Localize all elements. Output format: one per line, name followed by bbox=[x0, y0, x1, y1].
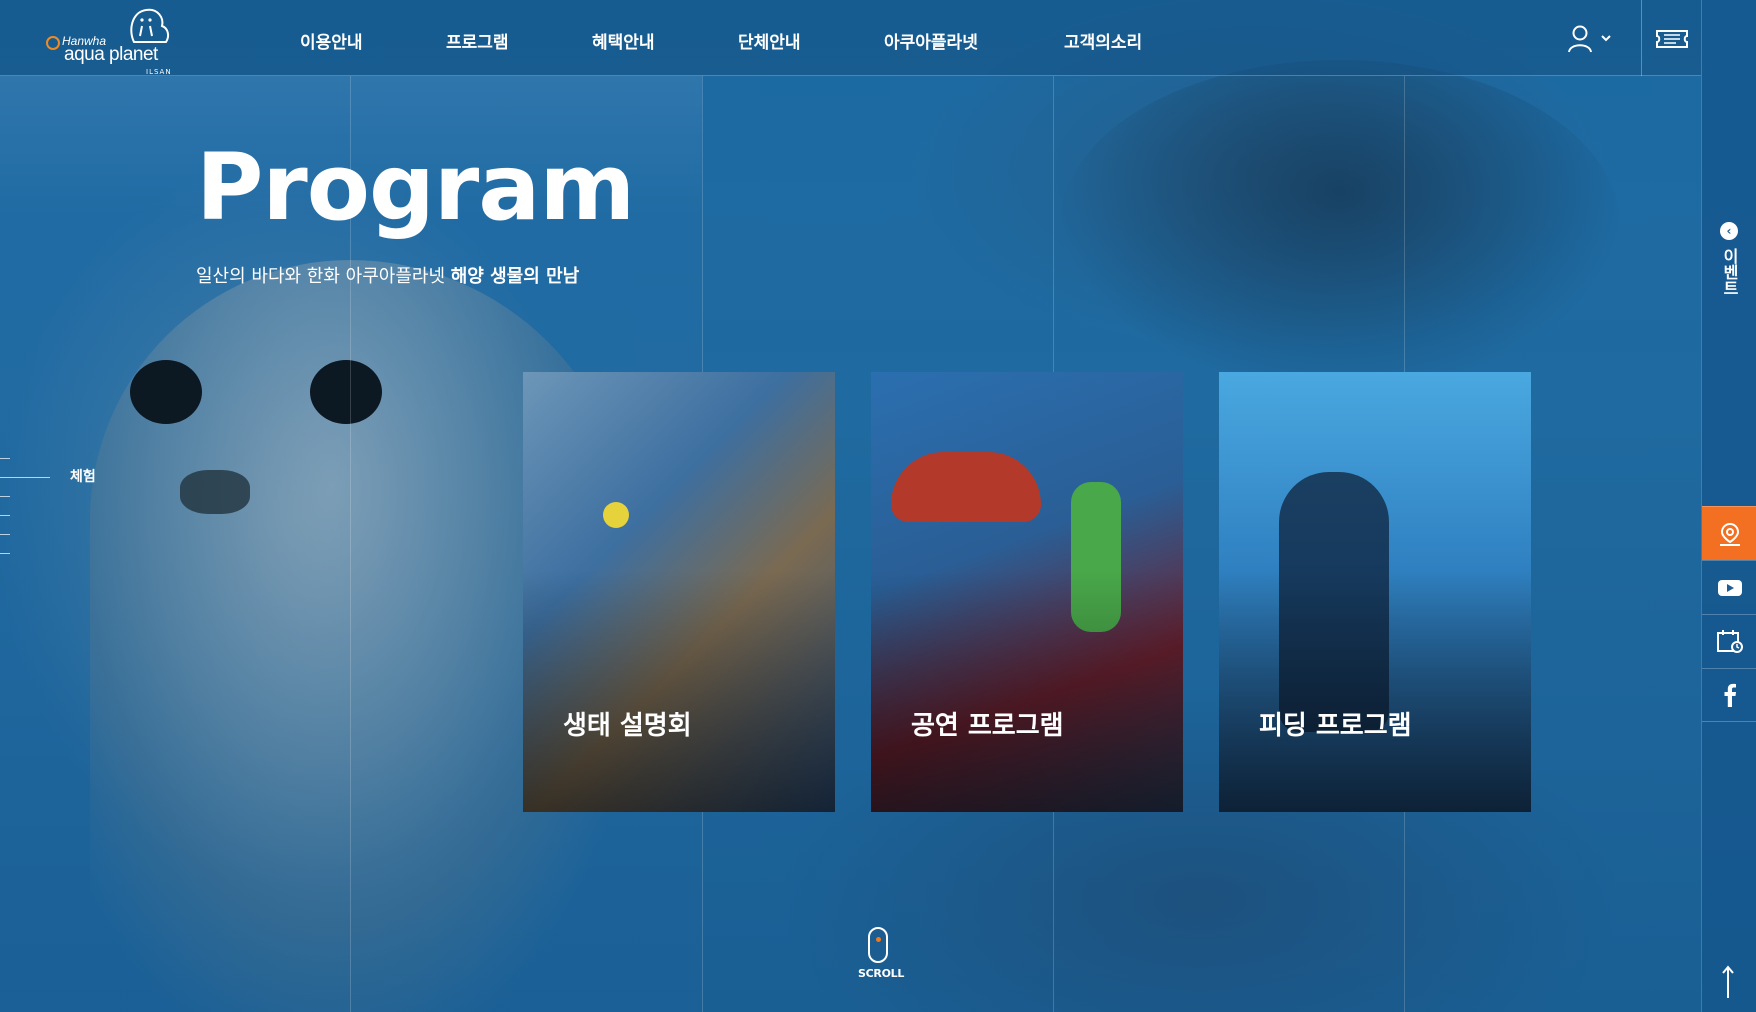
side-nav-tick[interactable] bbox=[0, 496, 10, 497]
arrow-up-icon bbox=[1722, 965, 1734, 998]
calendar-button[interactable] bbox=[1702, 614, 1756, 668]
page-title: Program bbox=[196, 134, 635, 241]
card-shade bbox=[871, 570, 1183, 812]
subtitle-bold-text: 해양 생물의 만남 bbox=[450, 266, 580, 287]
page-subtitle: 일산의 바다와 한화 아쿠아플라넷 해양 생물의 만남 bbox=[196, 262, 579, 288]
program-card-ecology[interactable]: 생태 설명회 bbox=[523, 372, 835, 812]
user-icon bbox=[1568, 25, 1611, 53]
ticket-button[interactable] bbox=[1641, 0, 1701, 76]
event-tab[interactable]: ‹ 이벤트 bbox=[1702, 218, 1756, 318]
program-card-feeding[interactable]: 피딩 프로그램 bbox=[1219, 372, 1531, 812]
facebook-icon bbox=[1724, 683, 1736, 707]
calendar-icon bbox=[1716, 629, 1743, 653]
scroll-indicator[interactable]: SCROLL bbox=[858, 927, 905, 987]
subtitle-text: 일산의 바다와 한화 아쿠아플라넷 bbox=[196, 266, 451, 287]
nav-item-aquaplanet[interactable]: 아쿠아플라넷 bbox=[884, 28, 978, 53]
side-nav-tick[interactable] bbox=[0, 458, 10, 459]
nav-item-voice[interactable]: 고객의소리 bbox=[1064, 28, 1142, 53]
side-nav-tick[interactable] bbox=[0, 553, 10, 554]
nav-item-group[interactable]: 단체안내 bbox=[738, 28, 801, 53]
side-nav-tick[interactable] bbox=[0, 515, 10, 516]
logo-name: aqua planet bbox=[64, 44, 158, 65]
card-shade bbox=[1219, 570, 1531, 812]
seal-nose bbox=[180, 470, 250, 514]
chevron-left-icon: ‹ bbox=[1720, 222, 1738, 240]
ball-shape bbox=[603, 502, 629, 528]
ticket-icon bbox=[1656, 30, 1688, 48]
right-sidebar: ‹ 이벤트 bbox=[1701, 0, 1756, 1012]
location-icon bbox=[1719, 522, 1740, 546]
pirate-hat-shape bbox=[891, 452, 1041, 522]
facebook-button[interactable] bbox=[1702, 668, 1756, 722]
side-nav-tick[interactable] bbox=[0, 534, 10, 535]
back-to-top-button[interactable] bbox=[1718, 964, 1738, 1000]
nav-item-benefits[interactable]: 혜택안내 bbox=[592, 28, 655, 53]
program-card-performance[interactable]: 공연 프로그램 bbox=[871, 372, 1183, 812]
hanwha-mark-icon bbox=[46, 36, 60, 50]
side-nav-tick-active[interactable] bbox=[0, 477, 50, 478]
event-label: 이벤트 bbox=[1720, 248, 1739, 296]
youtube-button[interactable] bbox=[1702, 560, 1756, 614]
card-label: 피딩 프로그램 bbox=[1259, 711, 1412, 741]
nav-item-program[interactable]: 프로그램 bbox=[446, 28, 509, 53]
seal-eye-left bbox=[130, 360, 202, 424]
site-header: Hanwha aqua planet ILSAN 이용안내 프로그램 혜택안내 … bbox=[0, 0, 1701, 76]
nav-item-usage[interactable]: 이용안내 bbox=[300, 28, 363, 53]
stingray-shape bbox=[1060, 60, 1620, 390]
walrus-logo-icon bbox=[130, 8, 170, 43]
side-nav-active-label[interactable]: 체험 bbox=[70, 466, 96, 486]
card-label: 생태 설명회 bbox=[563, 711, 692, 741]
location-button[interactable] bbox=[1702, 506, 1756, 560]
seal-eye-right bbox=[310, 360, 382, 424]
card-shade bbox=[523, 570, 835, 812]
logo-sub: ILSAN bbox=[146, 68, 172, 76]
site-logo[interactable]: Hanwha aqua planet ILSAN bbox=[46, 6, 176, 76]
mouse-dot bbox=[876, 937, 881, 942]
mouse-icon bbox=[868, 927, 888, 963]
user-menu-button[interactable] bbox=[1566, 24, 1616, 54]
youtube-icon bbox=[1717, 579, 1742, 596]
card-label: 공연 프로그램 bbox=[911, 711, 1064, 741]
scroll-label: SCROLL bbox=[858, 967, 905, 980]
